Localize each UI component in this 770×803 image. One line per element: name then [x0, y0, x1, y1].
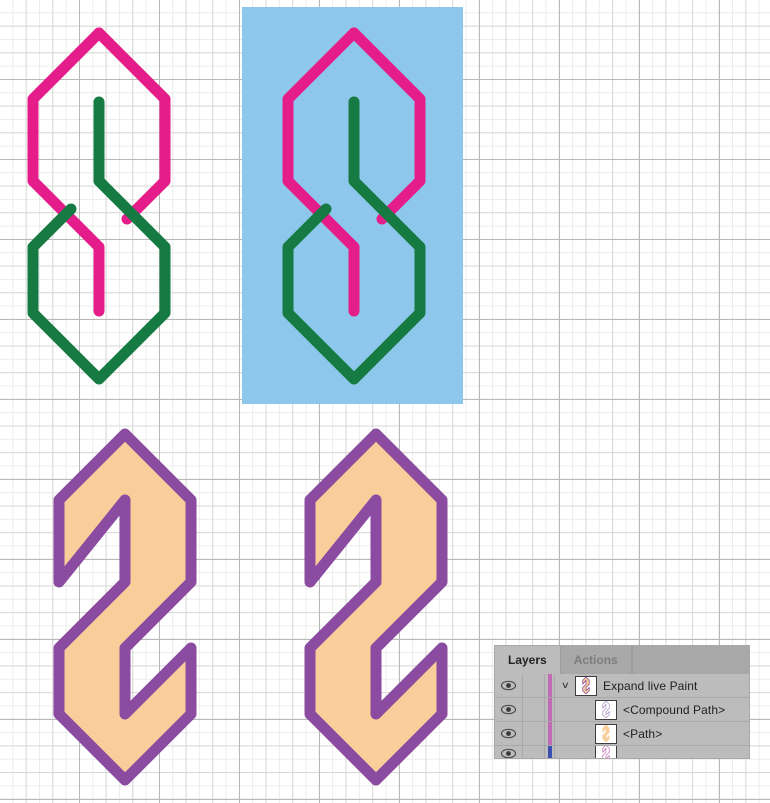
- thumbnail-outline-magenta-icon: [602, 746, 610, 758]
- thumbnail-compound-orange-purple-icon: [582, 677, 590, 694]
- shape-bottom-right[interactable]: [304, 428, 448, 786]
- layer-thumbnail-row3[interactable]: [595, 723, 617, 744]
- layer-name-row3[interactable]: <Path>: [623, 727, 749, 741]
- compound-path-fill-bottom-right[interactable]: [304, 428, 448, 786]
- row-indent-row2: [575, 698, 595, 721]
- panel-tab-bar: Layers Actions: [495, 646, 749, 674]
- visibility-toggle-row4[interactable]: [495, 746, 523, 758]
- eye-icon: [501, 704, 516, 715]
- tab-layers[interactable]: Layers: [495, 646, 561, 674]
- lock-toggle-row1[interactable]: [523, 674, 545, 697]
- tab-layers-label: Layers: [508, 653, 547, 667]
- row-indent-row4: [575, 746, 595, 758]
- thumbnail-solid-orange-icon: [602, 725, 610, 742]
- magenta-stroke-top-left[interactable]: [27, 27, 105, 317]
- lock-toggle-row2[interactable]: [523, 698, 545, 721]
- table-row[interactable]: <Path>: [495, 722, 749, 746]
- tab-actions[interactable]: Actions: [560, 646, 632, 674]
- color-chip-swatch-row3: [547, 722, 552, 745]
- illustrator-artboard-window: Layers Actions ∨ Expand live Paint <Comp…: [0, 0, 770, 803]
- disclosure-triangle-row1[interactable]: ∨: [555, 674, 575, 697]
- color-chip-swatch-row2: [547, 698, 552, 721]
- table-row[interactable]: ∨ Expand live Paint: [495, 674, 749, 698]
- layer-thumbnail-row4[interactable]: [595, 746, 617, 758]
- layer-row-list: ∨ Expand live Paint <Compound Path> <Pat…: [495, 674, 749, 758]
- table-row[interactable]: [495, 746, 749, 758]
- lock-toggle-row3[interactable]: [523, 722, 545, 745]
- eye-icon: [501, 680, 516, 691]
- visibility-toggle-row2[interactable]: [495, 698, 523, 721]
- layer-name-row1[interactable]: Expand live Paint: [603, 679, 749, 693]
- color-chip-swatch-row1: [547, 674, 552, 697]
- layer-color-chip-row1: [545, 674, 555, 697]
- row-indent-row3: [575, 722, 595, 745]
- shape-bottom-left[interactable]: [53, 428, 197, 786]
- layer-color-chip-row4: [545, 746, 555, 758]
- panel-tab-filler: [631, 646, 749, 674]
- lock-toggle-row4[interactable]: [523, 746, 545, 758]
- shape-top-left[interactable]: [27, 27, 171, 385]
- disclosure-spacer-row2: [555, 698, 575, 721]
- eye-icon: [501, 728, 516, 739]
- visibility-toggle-row1[interactable]: [495, 674, 523, 697]
- layer-name-row2[interactable]: <Compound Path>: [623, 703, 749, 717]
- color-chip-swatch-row4: [547, 746, 552, 758]
- eye-icon: [501, 748, 516, 758]
- disclosure-spacer-row4: [555, 746, 575, 758]
- table-row[interactable]: <Compound Path>: [495, 698, 749, 722]
- disclosure-spacer-row3: [555, 722, 575, 745]
- visibility-toggle-row3[interactable]: [495, 722, 523, 745]
- thumbnail-outline-purple-icon: [602, 701, 610, 718]
- layer-color-chip-row3: [545, 722, 555, 745]
- layers-panel[interactable]: Layers Actions ∨ Expand live Paint <Comp…: [495, 646, 749, 758]
- tab-actions-label: Actions: [573, 653, 618, 667]
- layer-thumbnail-row2[interactable]: [595, 699, 617, 720]
- chevron-down-icon: ∨: [560, 680, 570, 690]
- layer-color-chip-row2: [545, 698, 555, 721]
- layer-thumbnail-row1[interactable]: [575, 675, 597, 696]
- blue-background-rectangle[interactable]: [242, 7, 463, 404]
- compound-path-fill-bottom-left[interactable]: [53, 428, 197, 786]
